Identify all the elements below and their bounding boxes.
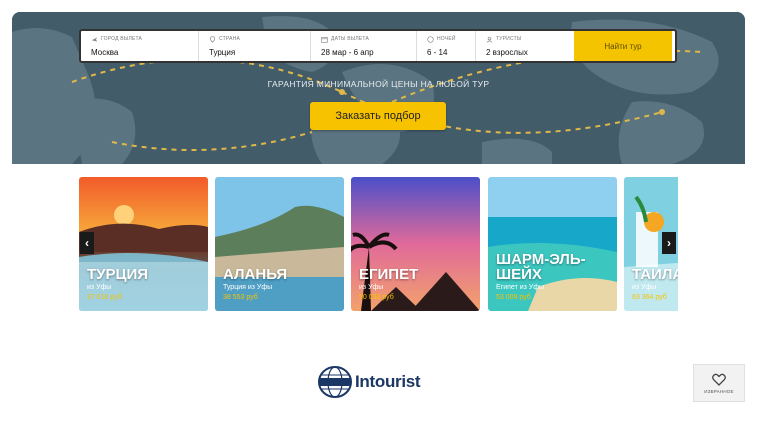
- destination-origin: из Уфы: [87, 284, 112, 291]
- nights-label: НОЧЕЙ: [437, 36, 456, 42]
- departure-city-value: Москва: [91, 48, 119, 57]
- dates-value: 28 мар - 6 апр: [321, 48, 374, 57]
- destination-name: ШАРМ-ЭЛЬ-ШЕЙХ: [496, 251, 586, 283]
- destination-card[interactable]: ШАРМ-ЭЛЬ-ШЕЙХ Египет из Уфы 53 009 руб: [488, 177, 617, 311]
- carousel-next-button[interactable]: ›: [662, 232, 676, 254]
- globe-icon: [318, 366, 352, 398]
- tourists-label: ТУРИСТЫ: [496, 36, 522, 42]
- logo-text: Intourist: [355, 372, 421, 391]
- chevron-right-icon: ›: [667, 236, 671, 250]
- country-label: СТРАНА: [219, 36, 240, 42]
- favorites-label: ИЗБРАННОЕ: [704, 388, 734, 394]
- destination-price: 63 364 руб: [632, 294, 667, 301]
- destination-price: 38 553 руб: [223, 294, 258, 301]
- country-value: Турция: [209, 48, 236, 57]
- favorites-button[interactable]: ИЗБРАННОЕ: [693, 364, 745, 402]
- destination-price: 37 616 руб: [87, 294, 122, 301]
- tourists-field[interactable]: ТУРИСТЫ 2 взрослых: [476, 31, 574, 61]
- hero-banner: ГОРОД ВЫЛЕТА Москва СТРАНА Турция ДАТЫ В…: [12, 12, 745, 164]
- destination-card[interactable]: ТУРЦИЯ из Уфы 37 616 руб: [79, 177, 208, 311]
- nights-value: 6 - 14: [427, 48, 448, 57]
- chevron-left-icon: ‹: [85, 236, 89, 250]
- destination-card[interactable]: АЛАНЬЯ Турция из Уфы 38 553 руб: [215, 177, 344, 311]
- intourist-logo[interactable]: Intourist: [317, 365, 447, 399]
- person-icon: [486, 36, 493, 43]
- destination-origin: Турция из Уфы: [223, 284, 273, 291]
- dates-label: ДАТЫ ВЫЛЕТА: [331, 36, 370, 42]
- destination-name: ЕГИПЕТ: [359, 266, 419, 283]
- tourists-value: 2 взрослых: [486, 48, 528, 57]
- plane-icon: [91, 36, 98, 42]
- carousel-prev-button[interactable]: ‹: [80, 232, 94, 254]
- destination-origin: из Уфы: [359, 284, 384, 291]
- destination-name: АЛАНЬЯ: [223, 266, 288, 283]
- calendar-icon: [321, 36, 328, 43]
- order-selection-button[interactable]: Заказать подбор: [310, 102, 446, 130]
- departure-city-field[interactable]: ГОРОД ВЫЛЕТА Москва: [81, 31, 199, 61]
- destination-price: 50 038 руб: [359, 294, 394, 301]
- dates-field[interactable]: ДАТЫ ВЫЛЕТА 28 мар - 6 апр: [311, 31, 417, 61]
- tour-search-form: ГОРОД ВЫЛЕТА Москва СТРАНА Турция ДАТЫ В…: [79, 29, 677, 63]
- destination-origin: из Уфы: [632, 284, 657, 291]
- heart-icon: [712, 373, 726, 386]
- moon-icon: [427, 35, 434, 43]
- departure-city-label: ГОРОД ВЫЛЕТА: [101, 36, 143, 42]
- destination-name: ТАИЛАНД: [632, 266, 678, 283]
- destination-origin: Египет из Уфы: [496, 284, 545, 291]
- nights-field[interactable]: НОЧЕЙ 6 - 14: [417, 31, 476, 61]
- destination-name: ТУРЦИЯ: [87, 266, 149, 283]
- find-tour-button[interactable]: Найти тур: [574, 31, 672, 61]
- destinations-carousel: ТУРЦИЯ из Уфы 37 616 руб АЛАНЬЯ Турция и…: [79, 177, 678, 311]
- destination-price: 53 009 руб: [496, 294, 531, 301]
- destination-card[interactable]: ЕГИПЕТ из Уфы 50 038 руб: [351, 177, 480, 311]
- location-pin-icon: [210, 35, 215, 43]
- country-field[interactable]: СТРАНА Турция: [199, 31, 311, 61]
- price-guarantee-text: ГАРАНТИЯ МИНИМАЛЬНОЙ ЦЕНЫ НА ЛЮБОЙ ТУР: [267, 79, 490, 89]
